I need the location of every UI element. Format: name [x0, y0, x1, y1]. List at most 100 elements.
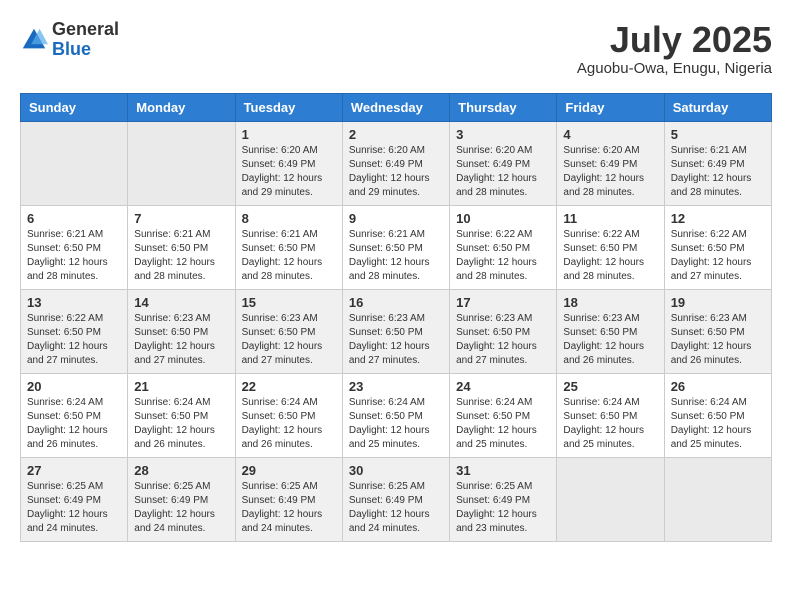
- calendar-day-cell: 1 Sunrise: 6:20 AM Sunset: 6:49 PM Daylig…: [235, 121, 342, 205]
- day-info: Sunrise: 6:23 AM Sunset: 6:50 PM Dayligh…: [242, 312, 336, 368]
- weekday-header: Saturday: [664, 93, 771, 121]
- day-info: Sunrise: 6:21 AM Sunset: 6:49 PM Dayligh…: [671, 144, 765, 200]
- day-number: 1: [242, 127, 336, 142]
- calendar-table: SundayMondayTuesdayWednesdayThursdayFrid…: [20, 93, 772, 542]
- calendar-day-cell: 22 Sunrise: 6:24 AM Sunset: 6:50 PM Dayli…: [235, 373, 342, 457]
- day-number: 30: [349, 463, 443, 478]
- day-number: 3: [456, 127, 550, 142]
- day-info: Sunrise: 6:25 AM Sunset: 6:49 PM Dayligh…: [27, 480, 121, 536]
- day-info: Sunrise: 6:24 AM Sunset: 6:50 PM Dayligh…: [671, 396, 765, 452]
- calendar-week-row: 20 Sunrise: 6:24 AM Sunset: 6:50 PM Dayli…: [21, 373, 772, 457]
- calendar-day-cell: 19 Sunrise: 6:23 AM Sunset: 6:50 PM Dayli…: [664, 289, 771, 373]
- day-number: 27: [27, 463, 121, 478]
- calendar-day-cell: 10 Sunrise: 6:22 AM Sunset: 6:50 PM Dayli…: [450, 205, 557, 289]
- day-number: 17: [456, 295, 550, 310]
- logo-text: General Blue: [52, 20, 119, 60]
- day-info: Sunrise: 6:20 AM Sunset: 6:49 PM Dayligh…: [242, 144, 336, 200]
- day-number: 11: [563, 211, 657, 226]
- day-info: Sunrise: 6:25 AM Sunset: 6:49 PM Dayligh…: [349, 480, 443, 536]
- day-info: Sunrise: 6:22 AM Sunset: 6:50 PM Dayligh…: [456, 228, 550, 284]
- calendar-week-row: 6 Sunrise: 6:21 AM Sunset: 6:50 PM Daylig…: [21, 205, 772, 289]
- calendar-day-cell: 20 Sunrise: 6:24 AM Sunset: 6:50 PM Dayli…: [21, 373, 128, 457]
- logo-blue: Blue: [52, 39, 91, 59]
- day-info: Sunrise: 6:20 AM Sunset: 6:49 PM Dayligh…: [456, 144, 550, 200]
- calendar-day-cell: 24Sunrise: 6:24 AM Sunset: 6:50 PM Dayli…: [450, 373, 557, 457]
- calendar-day-cell: 9Sunrise: 6:21 AM Sunset: 6:50 PM Daylig…: [342, 205, 449, 289]
- day-info: Sunrise: 6:20 AM Sunset: 6:49 PM Dayligh…: [349, 144, 443, 200]
- day-number: 9: [349, 211, 443, 226]
- day-info: Sunrise: 6:21 AM Sunset: 6:50 PM Dayligh…: [27, 228, 121, 284]
- day-number: 28: [134, 463, 228, 478]
- calendar-day-cell: 7 Sunrise: 6:21 AM Sunset: 6:50 PM Daylig…: [128, 205, 235, 289]
- day-number: 21: [134, 379, 228, 394]
- day-info: Sunrise: 6:25 AM Sunset: 6:49 PM Dayligh…: [242, 480, 336, 536]
- weekday-header: Thursday: [450, 93, 557, 121]
- weekday-header: Tuesday: [235, 93, 342, 121]
- day-number: 31: [456, 463, 550, 478]
- weekday-header: Wednesday: [342, 93, 449, 121]
- day-info: Sunrise: 6:21 AM Sunset: 6:50 PM Dayligh…: [242, 228, 336, 284]
- location-label: Aguobu-Owa, Enugu, Nigeria: [577, 60, 772, 77]
- calendar-day-cell: 12Sunrise: 6:22 AM Sunset: 6:50 PM Dayli…: [664, 205, 771, 289]
- day-info: Sunrise: 6:24 AM Sunset: 6:50 PM Dayligh…: [27, 396, 121, 452]
- day-info: Sunrise: 6:23 AM Sunset: 6:50 PM Dayligh…: [456, 312, 550, 368]
- day-info: Sunrise: 6:23 AM Sunset: 6:50 PM Dayligh…: [671, 312, 765, 368]
- day-info: Sunrise: 6:23 AM Sunset: 6:50 PM Dayligh…: [563, 312, 657, 368]
- day-info: Sunrise: 6:20 AM Sunset: 6:49 PM Dayligh…: [563, 144, 657, 200]
- day-number: 16: [349, 295, 443, 310]
- calendar-day-cell: 6 Sunrise: 6:21 AM Sunset: 6:50 PM Daylig…: [21, 205, 128, 289]
- calendar-day-cell: [128, 121, 235, 205]
- day-number: 19: [671, 295, 765, 310]
- day-number: 6: [27, 211, 121, 226]
- weekday-header: Sunday: [21, 93, 128, 121]
- calendar-day-cell: [557, 457, 664, 541]
- calendar-day-cell: 11Sunrise: 6:22 AM Sunset: 6:50 PM Dayli…: [557, 205, 664, 289]
- day-number: 26: [671, 379, 765, 394]
- day-info: Sunrise: 6:25 AM Sunset: 6:49 PM Dayligh…: [134, 480, 228, 536]
- calendar-day-cell: 27 Sunrise: 6:25 AM Sunset: 6:49 PM Dayli…: [21, 457, 128, 541]
- day-number: 13: [27, 295, 121, 310]
- day-info: Sunrise: 6:24 AM Sunset: 6:50 PM Dayligh…: [349, 396, 443, 452]
- day-number: 20: [27, 379, 121, 394]
- day-info: Sunrise: 6:23 AM Sunset: 6:50 PM Dayligh…: [349, 312, 443, 368]
- day-number: 12: [671, 211, 765, 226]
- day-number: 2: [349, 127, 443, 142]
- calendar-day-cell: 5 Sunrise: 6:21 AM Sunset: 6:49 PM Daylig…: [664, 121, 771, 205]
- calendar-day-cell: 8 Sunrise: 6:21 AM Sunset: 6:50 PM Daylig…: [235, 205, 342, 289]
- logo-icon: [20, 26, 48, 54]
- calendar-day-cell: 4 Sunrise: 6:20 AM Sunset: 6:49 PM Daylig…: [557, 121, 664, 205]
- day-info: Sunrise: 6:24 AM Sunset: 6:50 PM Dayligh…: [242, 396, 336, 452]
- logo-general: General: [52, 19, 119, 39]
- day-number: 18: [563, 295, 657, 310]
- day-info: Sunrise: 6:23 AM Sunset: 6:50 PM Dayligh…: [134, 312, 228, 368]
- calendar-day-cell: 17 Sunrise: 6:23 AM Sunset: 6:50 PM Dayli…: [450, 289, 557, 373]
- page-header: General Blue July 2025 Aguobu-Owa, Enugu…: [20, 20, 772, 77]
- calendar-day-cell: 16 Sunrise: 6:23 AM Sunset: 6:50 PM Dayli…: [342, 289, 449, 373]
- calendar-day-cell: 21Sunrise: 6:24 AM Sunset: 6:50 PM Dayli…: [128, 373, 235, 457]
- month-year-title: July 2025: [577, 20, 772, 60]
- title-block: July 2025 Aguobu-Owa, Enugu, Nigeria: [577, 20, 772, 77]
- logo: General Blue: [20, 20, 119, 60]
- day-number: 22: [242, 379, 336, 394]
- calendar-day-cell: 18 Sunrise: 6:23 AM Sunset: 6:50 PM Dayli…: [557, 289, 664, 373]
- day-number: 14: [134, 295, 228, 310]
- calendar-week-row: 27 Sunrise: 6:25 AM Sunset: 6:49 PM Dayli…: [21, 457, 772, 541]
- calendar-week-row: 13Sunrise: 6:22 AM Sunset: 6:50 PM Dayli…: [21, 289, 772, 373]
- weekday-header: Monday: [128, 93, 235, 121]
- day-number: 29: [242, 463, 336, 478]
- day-number: 5: [671, 127, 765, 142]
- calendar-day-cell: 28 Sunrise: 6:25 AM Sunset: 6:49 PM Dayli…: [128, 457, 235, 541]
- day-info: Sunrise: 6:25 AM Sunset: 6:49 PM Dayligh…: [456, 480, 550, 536]
- day-number: 8: [242, 211, 336, 226]
- calendar-header-row: SundayMondayTuesdayWednesdayThursdayFrid…: [21, 93, 772, 121]
- day-info: Sunrise: 6:21 AM Sunset: 6:50 PM Dayligh…: [134, 228, 228, 284]
- day-number: 4: [563, 127, 657, 142]
- calendar-day-cell: 29 Sunrise: 6:25 AM Sunset: 6:49 PM Dayli…: [235, 457, 342, 541]
- calendar-day-cell: 3 Sunrise: 6:20 AM Sunset: 6:49 PM Daylig…: [450, 121, 557, 205]
- calendar-week-row: 1 Sunrise: 6:20 AM Sunset: 6:49 PM Daylig…: [21, 121, 772, 205]
- calendar-day-cell: 30 Sunrise: 6:25 AM Sunset: 6:49 PM Dayli…: [342, 457, 449, 541]
- day-info: Sunrise: 6:24 AM Sunset: 6:50 PM Dayligh…: [456, 396, 550, 452]
- calendar-day-cell: 23Sunrise: 6:24 AM Sunset: 6:50 PM Dayli…: [342, 373, 449, 457]
- day-number: 10: [456, 211, 550, 226]
- day-number: 7: [134, 211, 228, 226]
